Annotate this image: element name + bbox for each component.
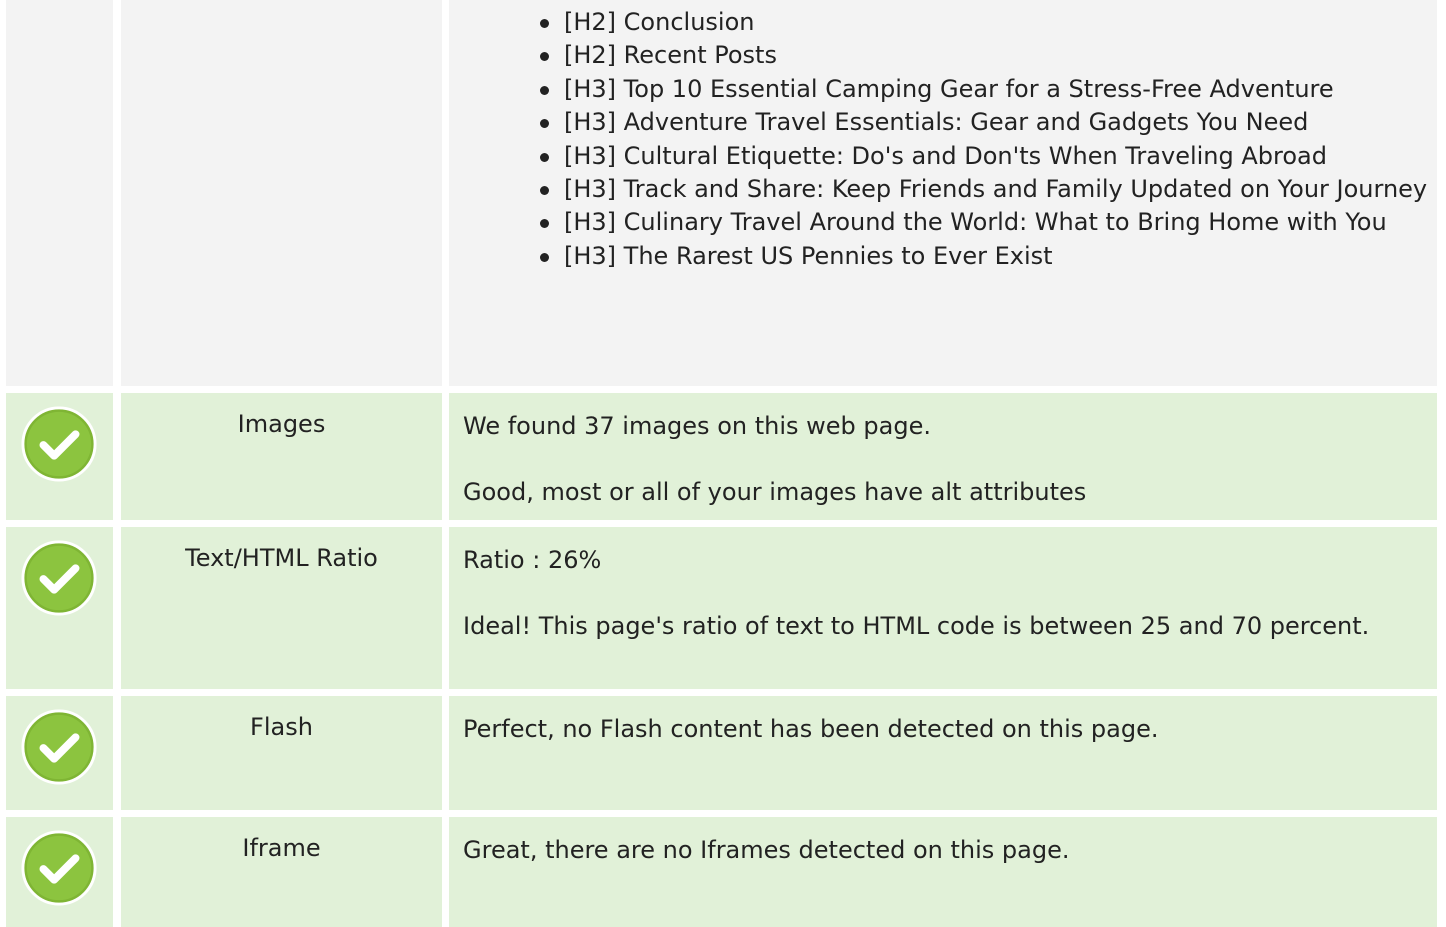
check-label: Images xyxy=(237,410,326,438)
heading-item: [H3] Top 10 Essential Camping Gear for a… xyxy=(540,73,1429,106)
check-content-cell: Great, there are no Iframes detected on … xyxy=(449,817,1437,927)
heading-item: [H3] Track and Share: Keep Friends and F… xyxy=(540,173,1429,206)
check-row-text-html-ratio: Text/HTML Ratio Ratio : 26% Ideal! This … xyxy=(0,527,1446,689)
status-icon-cell xyxy=(6,393,113,520)
check-label-cell: Text/HTML Ratio xyxy=(121,527,442,689)
check-label-cell: Images xyxy=(121,393,442,520)
headings-list: [H2] Conclusion [H2] Recent Posts [H3] T… xyxy=(540,0,1429,273)
check-label-cell: Flash xyxy=(121,696,442,810)
check-message: Ratio : 26% xyxy=(463,546,602,574)
check-circle-icon xyxy=(21,709,97,785)
heading-item: [H2] Conclusion xyxy=(540,6,1429,39)
check-label: Text/HTML Ratio xyxy=(185,544,378,572)
heading-item: [H3] Culinary Travel Around the World: W… xyxy=(540,206,1429,239)
check-label: Iframe xyxy=(242,834,321,862)
check-message: Good, most or all of your images have al… xyxy=(463,478,1087,506)
check-message: Ideal! This page's ratio of text to HTML… xyxy=(463,612,1370,640)
heading-item: [H2] Recent Posts xyxy=(540,39,1429,72)
check-circle-icon xyxy=(21,540,97,616)
check-circle-icon xyxy=(21,406,97,482)
status-icon-cell xyxy=(6,817,113,927)
check-row-images: Images We found 37 images on this web pa… xyxy=(0,393,1446,520)
headings-row: [H2] Conclusion [H2] Recent Posts [H3] T… xyxy=(0,0,1446,386)
seo-report: [H2] Conclusion [H2] Recent Posts [H3] T… xyxy=(0,0,1446,927)
headings-content-cell: [H2] Conclusion [H2] Recent Posts [H3] T… xyxy=(449,0,1437,386)
check-content-cell: We found 37 images on this web page. Goo… xyxy=(449,393,1437,520)
check-message: Great, there are no Iframes detected on … xyxy=(463,836,1070,864)
heading-item: [H3] Adventure Travel Essentials: Gear a… xyxy=(540,106,1429,139)
status-icon-cell xyxy=(6,527,113,689)
status-icon-cell xyxy=(6,696,113,810)
check-content-cell: Ratio : 26% Ideal! This page's ratio of … xyxy=(449,527,1437,689)
check-circle-icon xyxy=(21,830,97,906)
check-label: Flash xyxy=(250,713,313,741)
headings-icon-cell xyxy=(6,0,113,386)
check-row-flash: Flash Perfect, no Flash content has been… xyxy=(0,696,1446,810)
headings-label-cell xyxy=(121,0,442,386)
heading-item: [H3] The Rarest US Pennies to Ever Exist xyxy=(540,240,1429,273)
check-message: We found 37 images on this web page. xyxy=(463,412,931,440)
heading-item: [H3] Cultural Etiquette: Do's and Don'ts… xyxy=(540,140,1429,173)
check-content-cell: Perfect, no Flash content has been detec… xyxy=(449,696,1437,810)
check-label-cell: Iframe xyxy=(121,817,442,927)
check-row-iframe: Iframe Great, there are no Iframes detec… xyxy=(0,817,1446,927)
check-message: Perfect, no Flash content has been detec… xyxy=(463,715,1159,743)
